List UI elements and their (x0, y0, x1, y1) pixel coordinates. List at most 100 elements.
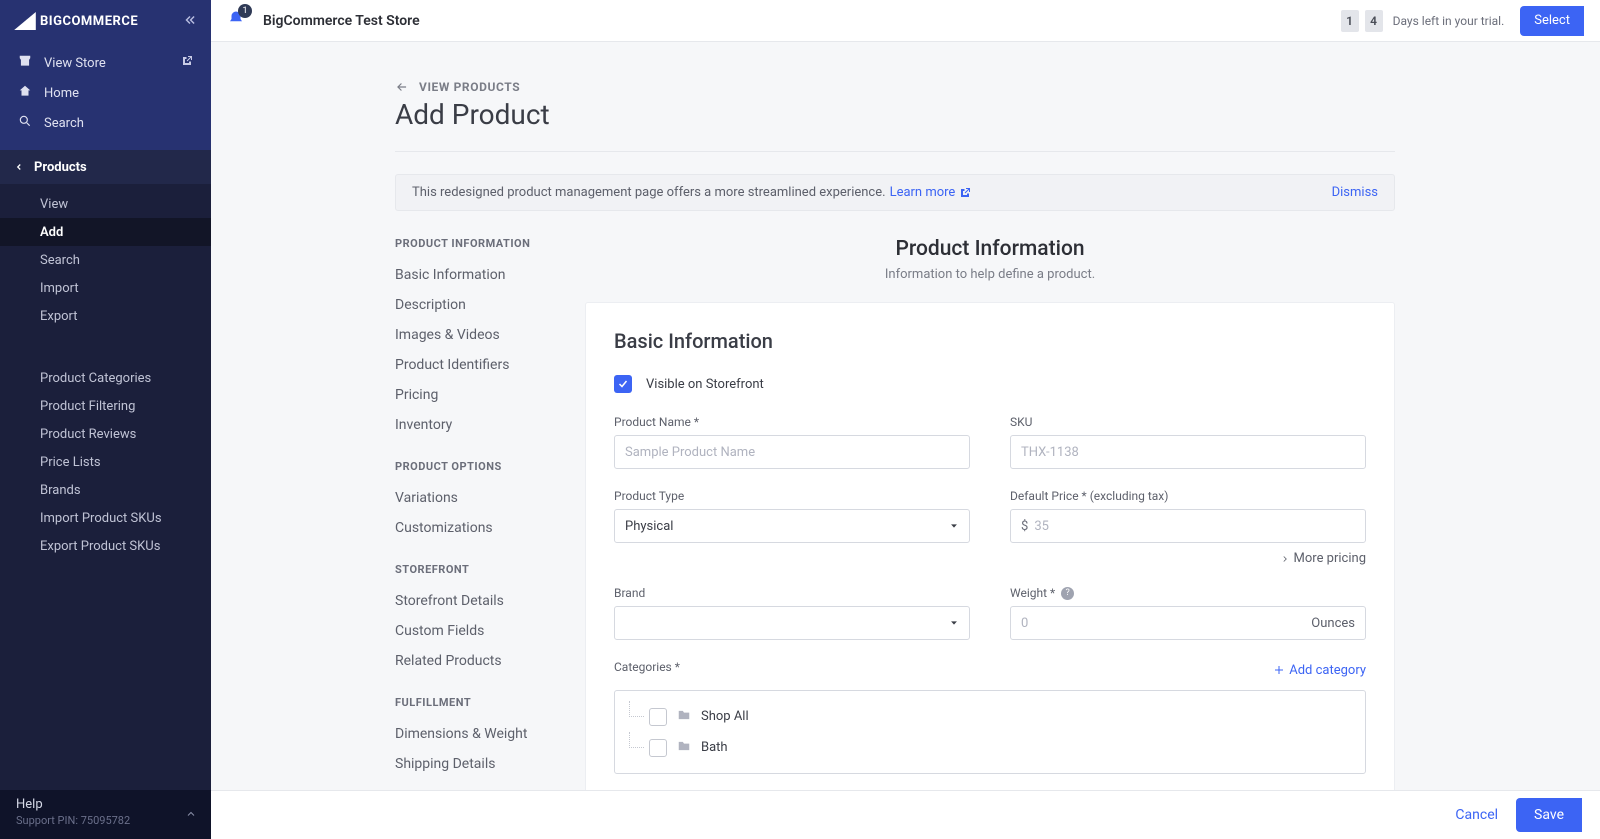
footer-bar: Cancel Save (211, 790, 1600, 839)
subnav-import-product-skus[interactable]: Import Product SKUs (0, 504, 211, 532)
caret-down-icon (949, 618, 959, 628)
subnav-export-product-skus[interactable]: Export Product SKUs (0, 532, 211, 560)
check-icon (617, 378, 629, 390)
save-button[interactable]: Save (1516, 798, 1582, 832)
section-nav-description[interactable]: Description (395, 290, 585, 320)
more-pricing-link[interactable]: More pricing (1010, 551, 1366, 566)
nav-top: View StoreHomeSearch (0, 42, 211, 150)
help-title: Help (16, 797, 195, 812)
visible-row: Visible on Storefront (614, 375, 1366, 393)
section-nav-head: STOREFRONT (395, 563, 585, 576)
page-scroll[interactable]: VIEW PRODUCTS Add Product This redesigne… (211, 42, 1600, 790)
section-nav-pricing[interactable]: Pricing (395, 380, 585, 410)
category-checkbox[interactable] (649, 739, 667, 757)
external-link-icon (181, 55, 193, 71)
trial-box: 1 4 Days left in your trial. Select (1341, 6, 1584, 36)
category-row: Bath (629, 732, 1351, 763)
back-label: VIEW PRODUCTS (419, 80, 520, 94)
price-label: Default Price * (excluding tax) (1010, 489, 1366, 503)
subnav-product-categories[interactable]: Product Categories (0, 364, 211, 392)
subnav-brands[interactable]: Brands (0, 476, 211, 504)
section-nav-dimensions-weight[interactable]: Dimensions & Weight (395, 719, 585, 749)
subnav-view[interactable]: View (0, 190, 211, 218)
section-nav-variations[interactable]: Variations (395, 483, 585, 513)
search-icon (18, 114, 32, 132)
help-bar[interactable]: Help Support PIN: 75095782 (0, 790, 211, 839)
logo-text: BIGCOMMERCE (40, 14, 138, 29)
add-category-link[interactable]: Add category (1273, 663, 1366, 678)
section-nav-head: FULFILLMENT (395, 696, 585, 709)
category-checkbox[interactable] (649, 708, 667, 726)
subnav-import[interactable]: Import (0, 274, 211, 302)
help-icon[interactable]: ? (1061, 587, 1074, 600)
category-row: Shop All (629, 701, 1351, 732)
back-link[interactable]: VIEW PRODUCTS (395, 80, 1395, 94)
brand-select[interactable] (614, 606, 970, 640)
chevron-up-icon (185, 805, 197, 824)
section-nav: PRODUCT INFORMATION Basic InformationDesc… (395, 237, 585, 790)
subnav-1: ViewAddSearchImportExport (0, 184, 211, 336)
help-pin: Support PIN: 75095782 (16, 814, 195, 827)
divider (395, 151, 1395, 152)
section-nav-head: PRODUCT OPTIONS (395, 460, 585, 473)
select-plan-button[interactable]: Select (1520, 6, 1584, 36)
alert-dismiss[interactable]: Dismiss (1332, 185, 1378, 200)
nav-item-view-store[interactable]: View Store (0, 48, 211, 78)
sku-input[interactable] (1010, 435, 1366, 469)
section-nav-product-identifiers[interactable]: Product Identifiers (395, 350, 585, 380)
caret-down-icon (949, 521, 959, 531)
basic-info-card: Basic Information Visible on Storefront … (585, 302, 1395, 790)
chevron-right-icon (1280, 554, 1290, 564)
cancel-button[interactable]: Cancel (1455, 807, 1498, 823)
section-title: Product Information (585, 237, 1395, 261)
notification-bell[interactable]: 1 (227, 10, 245, 32)
folder-icon (677, 738, 691, 757)
subnav-product-filtering[interactable]: Product Filtering (0, 392, 211, 420)
section-nav-related-products[interactable]: Related Products (395, 646, 585, 676)
product-name-input[interactable] (614, 435, 970, 469)
section-nav-customizations[interactable]: Customizations (395, 513, 585, 543)
price-input[interactable] (1034, 519, 1355, 534)
product-type-value: Physical (625, 519, 673, 534)
page-title: Add Product (395, 98, 1395, 131)
main-column: Product Information Information to help … (585, 237, 1395, 790)
section-nav-head: PRODUCT INFORMATION (395, 237, 585, 250)
trial-digit-1: 1 (1341, 10, 1359, 32)
info-alert: This redesigned product management page … (395, 174, 1395, 211)
subnav-search[interactable]: Search (0, 246, 211, 274)
nav-header-products[interactable]: Products (0, 150, 211, 184)
section-nav-shipping-details[interactable]: Shipping Details (395, 749, 585, 779)
category-label: Shop All (701, 709, 749, 724)
nav-item-home[interactable]: Home (0, 78, 211, 108)
trial-text: Days left in your trial. (1393, 14, 1505, 28)
chevron-left-icon (14, 162, 24, 172)
product-type-select[interactable]: Physical (614, 509, 970, 543)
subnav-add[interactable]: Add (0, 218, 211, 246)
weight-input[interactable] (1021, 616, 1305, 631)
section-nav-images-videos[interactable]: Images & Videos (395, 320, 585, 350)
weight-label: Weight * ? (1010, 586, 1366, 600)
visible-checkbox[interactable] (614, 375, 632, 393)
alert-text: This redesigned product management page … (412, 185, 886, 200)
subnav-product-reviews[interactable]: Product Reviews (0, 420, 211, 448)
alert-learn-more[interactable]: Learn more (890, 185, 972, 200)
subnav-price-lists[interactable]: Price Lists (0, 448, 211, 476)
section-nav-inventory[interactable]: Inventory (395, 410, 585, 440)
collapse-icon[interactable] (183, 12, 197, 31)
weight-input-wrap: Ounces (1010, 606, 1366, 640)
logo[interactable]: BIGCOMMERCE (14, 12, 138, 30)
external-link-icon (959, 187, 971, 199)
subnav-2: Product CategoriesProduct FilteringProdu… (0, 358, 211, 566)
subnav-export[interactable]: Export (0, 302, 211, 330)
categories-tree: Shop All Bath (614, 690, 1366, 774)
plus-icon (1273, 664, 1285, 676)
logo-icon (14, 12, 36, 30)
arrow-left-icon (395, 80, 409, 94)
section-nav-custom-fields[interactable]: Custom Fields (395, 616, 585, 646)
section-nav-storefront-details[interactable]: Storefront Details (395, 586, 585, 616)
topbar: 1 BigCommerce Test Store 1 4 Days left i… (211, 0, 1600, 42)
section-nav-basic-information[interactable]: Basic Information (395, 260, 585, 290)
trial-digit-2: 4 (1365, 10, 1383, 32)
home-icon (18, 84, 32, 102)
nav-item-search[interactable]: Search (0, 108, 211, 138)
